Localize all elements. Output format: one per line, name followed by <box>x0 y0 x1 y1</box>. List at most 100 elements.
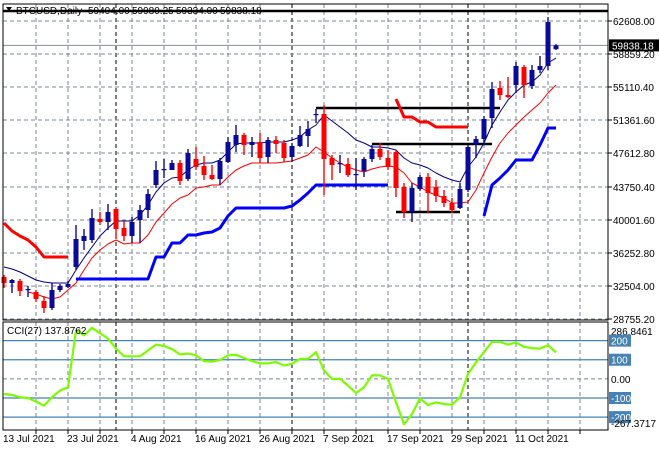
bearish-candle[interactable] <box>121 221 127 242</box>
bullish-candle[interactable] <box>409 183 415 222</box>
bearish-candle[interactable] <box>345 158 351 177</box>
bullish-candle[interactable] <box>489 82 495 129</box>
candle-body <box>265 140 271 158</box>
current-price-label: 59838.18 <box>612 41 654 52</box>
cci-tick-label: -267.3717 <box>611 419 656 430</box>
bullish-candle[interactable] <box>153 161 159 189</box>
fast-moving-average-line <box>3 57 557 284</box>
candle-body <box>97 218 103 222</box>
bullish-candle[interactable] <box>313 108 319 124</box>
bullish-candle[interactable] <box>545 17 551 71</box>
bearish-candle[interactable] <box>497 81 503 101</box>
candle-body <box>345 163 351 176</box>
bullish-candle[interactable] <box>137 205 143 244</box>
candle-body <box>249 142 255 146</box>
bullish-candle[interactable] <box>169 160 175 171</box>
bearish-candle[interactable] <box>433 180 439 202</box>
bearish-candle[interactable] <box>257 133 263 164</box>
bearish-candle[interactable] <box>521 65 527 99</box>
bullish-candle[interactable] <box>145 188 151 219</box>
bullish-candle[interactable] <box>305 121 311 148</box>
candle-body <box>145 193 151 211</box>
candle-body <box>33 291 39 299</box>
bullish-candle[interactable] <box>217 158 223 186</box>
bullish-candle[interactable] <box>225 137 231 164</box>
bullish-candle[interactable] <box>49 283 55 311</box>
bearish-candle[interactable] <box>377 143 383 161</box>
bullish-candle[interactable] <box>537 56 543 74</box>
candle-body <box>417 176 423 189</box>
bullish-candle[interactable] <box>337 155 343 174</box>
candle-body <box>105 211 111 222</box>
bullish-candle[interactable] <box>265 137 271 164</box>
price-chart[interactable]: CCI(27) 137.8762 62608.0058859.2055110.4… <box>0 0 660 450</box>
candle-body <box>521 67 527 86</box>
candle-body <box>57 286 63 291</box>
bearish-candle[interactable] <box>41 296 47 314</box>
bullish-candle[interactable] <box>57 283 63 292</box>
candle-body <box>241 135 247 146</box>
bullish-candle[interactable] <box>529 65 535 89</box>
bearish-candle[interactable] <box>97 211 103 226</box>
bearish-candle[interactable] <box>241 133 247 156</box>
bullish-candle[interactable] <box>185 148 191 182</box>
bullish-candle[interactable] <box>81 228 87 251</box>
bullish-candle[interactable] <box>297 126 303 148</box>
bearish-candle[interactable] <box>17 278 23 297</box>
cci-panel: CCI(27) 137.8762 <box>3 326 608 426</box>
candle-body <box>393 152 399 189</box>
close-value: 59838.18 <box>220 6 262 17</box>
bearish-candle[interactable] <box>321 105 327 196</box>
candle-body <box>297 135 303 147</box>
candle-body <box>545 22 551 67</box>
bullish-candle[interactable] <box>289 143 295 162</box>
candle-body <box>441 196 447 204</box>
cci-tick-label: -100 <box>611 394 631 405</box>
candle-body <box>17 281 23 292</box>
candle-body <box>513 66 519 86</box>
bearish-candle[interactable] <box>393 150 399 197</box>
candle-body <box>185 153 191 179</box>
symbol-label: BTCUSD,Daily <box>16 6 82 17</box>
candle-body <box>273 140 279 144</box>
candle-body <box>465 147 471 191</box>
bullish-candle[interactable] <box>481 116 487 146</box>
candle-body <box>433 186 439 197</box>
bearish-candle[interactable] <box>329 155 335 181</box>
bearish-candle[interactable] <box>193 147 199 171</box>
candle-body <box>361 158 367 172</box>
bullish-candle[interactable] <box>233 125 239 153</box>
date-tick-label: 16 Aug 2021 <box>195 434 252 445</box>
bullish-candle[interactable] <box>89 208 95 244</box>
candle-body <box>169 163 175 171</box>
bearish-candle[interactable] <box>281 140 287 162</box>
candle-body <box>41 301 47 309</box>
bullish-candle[interactable] <box>369 145 375 162</box>
bearish-candle[interactable] <box>113 206 119 239</box>
bearish-candle[interactable] <box>33 290 39 302</box>
bullish-candle[interactable] <box>65 281 71 289</box>
bullish-candle[interactable] <box>417 175 423 192</box>
bearish-candle[interactable] <box>441 190 447 207</box>
cci-line <box>3 326 557 426</box>
bullish-candle[interactable] <box>25 286 31 297</box>
bearish-candle[interactable] <box>209 165 215 181</box>
candle-body <box>129 221 135 237</box>
candle-body <box>9 280 15 284</box>
horizontal-lines <box>3 9 608 214</box>
candle-body <box>337 163 343 165</box>
bullish-candle[interactable] <box>513 62 519 94</box>
candle-body <box>1 276 7 284</box>
candle-body <box>489 88 495 119</box>
bearish-candle[interactable] <box>273 136 279 154</box>
candle-body <box>353 173 359 176</box>
bullish-candle[interactable] <box>249 137 255 158</box>
candle-body <box>233 135 239 146</box>
bullish-candle[interactable] <box>361 157 367 177</box>
bearish-candle[interactable] <box>177 160 183 186</box>
candle-body <box>313 113 319 116</box>
bullish-candle[interactable] <box>465 145 471 192</box>
bullish-candle[interactable] <box>73 225 79 271</box>
bullish-candle[interactable] <box>161 158 167 179</box>
bearish-candle[interactable] <box>201 155 207 181</box>
